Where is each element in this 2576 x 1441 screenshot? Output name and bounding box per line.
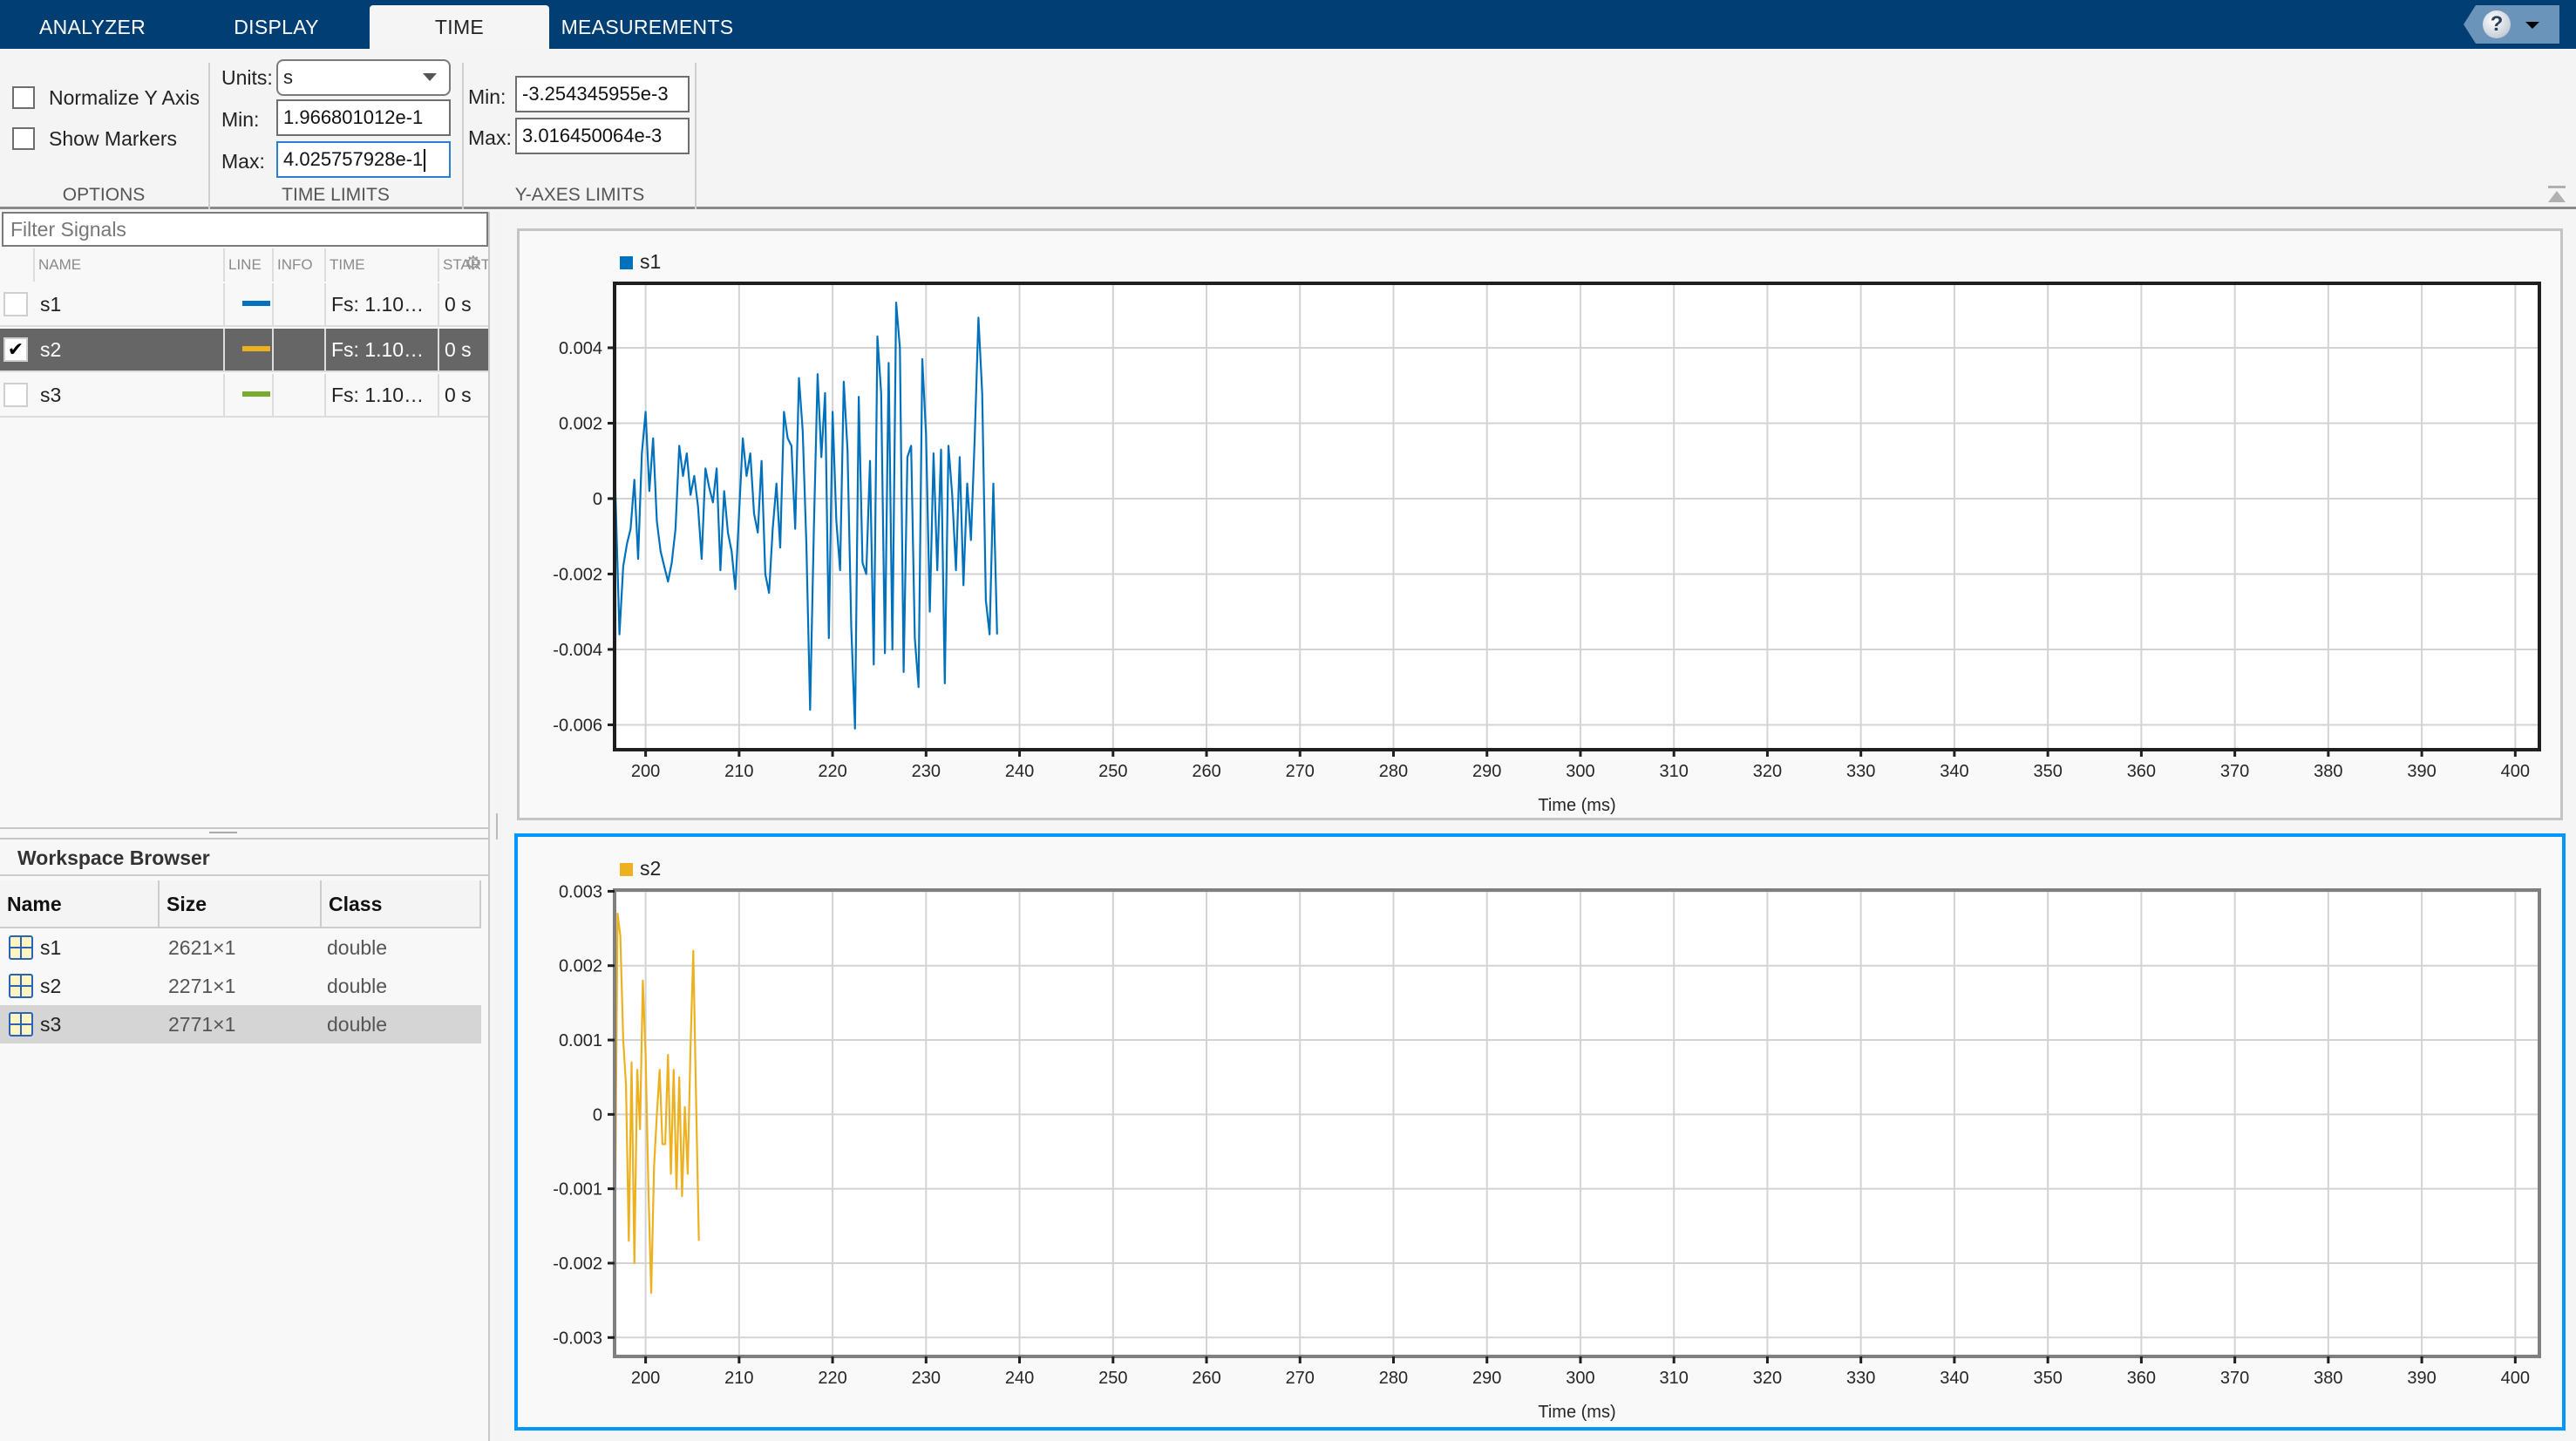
x-tick-label: 290: [1472, 762, 1501, 781]
y-tick-label: 0.003: [559, 882, 602, 901]
y-tick-label: -0.002: [553, 1254, 602, 1274]
x-tick-label: 320: [1753, 762, 1782, 781]
x-tick-label: 260: [1192, 1369, 1220, 1388]
y-tick-label: -0.001: [553, 1180, 602, 1200]
x-tick-label: 350: [2033, 762, 2062, 781]
x-tick-label: 360: [2127, 1369, 2156, 1388]
x-axis-label: Time (ms): [1538, 796, 1615, 815]
x-tick-label: 300: [1566, 762, 1594, 781]
x-tick-label: 340: [1940, 762, 1968, 781]
y-tick-label: 0: [593, 490, 602, 509]
plots-canvas: 200 210 220 230 240 250 260 270 280 290 300 310 320 3…: [553, 282, 2541, 1422]
x-tick-label: 240: [1005, 1369, 1034, 1388]
y-tick-label: 0.001: [559, 1031, 602, 1050]
x-tick-label: 210: [724, 762, 753, 781]
x-tick-label: 300: [1566, 1369, 1594, 1388]
x-tick-label: 390: [2407, 1369, 2436, 1388]
x-tick-label: 220: [818, 762, 846, 781]
y-tick-label: -0.006: [553, 716, 602, 735]
x-tick-label: 270: [1286, 1369, 1315, 1388]
x-tick-label: 230: [912, 1369, 941, 1388]
x-tick-label: 280: [1379, 1369, 1408, 1388]
y-tick-label: -0.003: [553, 1329, 602, 1348]
x-tick-label: 400: [2501, 1369, 2530, 1388]
x-tick-label: 220: [818, 1369, 846, 1388]
x-tick-label: 250: [1098, 1369, 1127, 1388]
x-tick-label: 350: [2033, 1369, 2062, 1388]
y-tick-label: -0.004: [553, 641, 602, 660]
x-tick-label: 280: [1379, 762, 1408, 781]
x-tick-label: 200: [631, 1369, 660, 1388]
x-tick-label: 270: [1286, 762, 1315, 781]
x-tick-label: 400: [2501, 762, 2530, 781]
x-tick-label: 390: [2407, 762, 2436, 781]
y-tick-label: 0.004: [559, 339, 602, 358]
x-tick-label: 330: [1846, 1369, 1875, 1388]
x-tick-label: 370: [2220, 1369, 2249, 1388]
x-tick-label: 310: [1660, 762, 1689, 781]
x-tick-label: 260: [1192, 762, 1220, 781]
x-tick-label: 230: [912, 762, 941, 781]
y-tick-label: 0.002: [559, 414, 602, 433]
x-tick-label: 380: [2314, 762, 2342, 781]
y-tick-label: 0.002: [559, 957, 602, 976]
x-tick-label: 290: [1472, 1369, 1501, 1388]
x-tick-label: 360: [2127, 762, 2156, 781]
x-tick-label: 240: [1005, 762, 1034, 781]
x-axis-label: Time (ms): [1538, 1403, 1615, 1422]
x-tick-label: 340: [1940, 1369, 1968, 1388]
x-tick-label: 380: [2314, 1369, 2342, 1388]
axes-background: [615, 283, 2539, 750]
x-tick-label: 210: [724, 1369, 753, 1388]
x-tick-label: 330: [1846, 762, 1875, 781]
y-tick-label: 0: [593, 1105, 602, 1125]
x-tick-label: 200: [631, 762, 660, 781]
x-tick-label: 370: [2220, 762, 2249, 781]
axes-background: [615, 890, 2539, 1356]
x-tick-label: 310: [1660, 1369, 1689, 1388]
x-tick-label: 320: [1753, 1369, 1782, 1388]
x-tick-label: 250: [1098, 762, 1127, 781]
y-tick-label: -0.002: [553, 565, 602, 584]
